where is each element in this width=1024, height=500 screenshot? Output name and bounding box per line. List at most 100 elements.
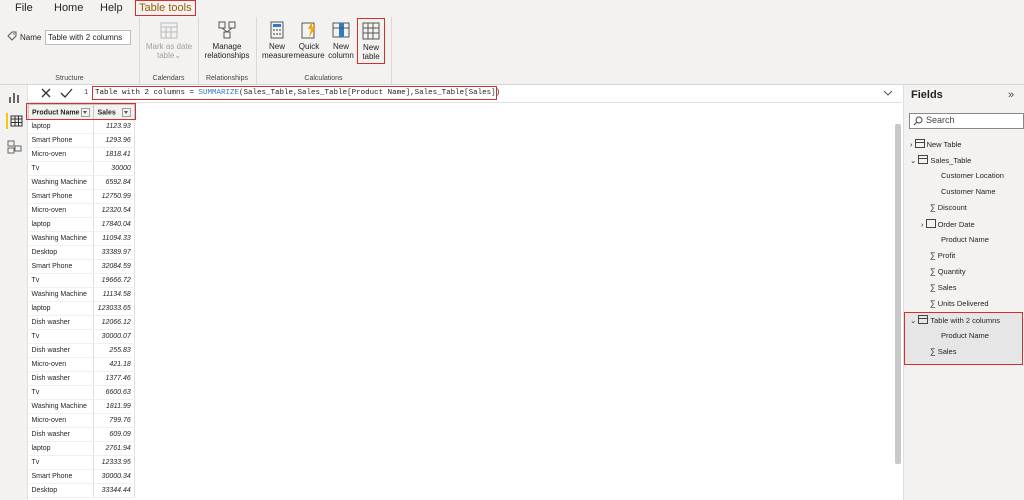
report-view-icon[interactable] (6, 89, 22, 105)
manage-relationships-button[interactable]: Manage relationships (202, 20, 252, 60)
cell-product-name[interactable]: Micro-oven (28, 147, 95, 162)
cell-sales[interactable]: 1293.96 (93, 133, 135, 148)
cell-sales[interactable]: 33389.97 (93, 245, 135, 260)
cell-sales[interactable]: 12066.12 (93, 315, 135, 330)
table-row[interactable]: Dish washer 609.09 (28, 427, 135, 442)
filter-dropdown-icon[interactable] (81, 107, 91, 117)
cell-sales[interactable]: 12320.54 (93, 203, 135, 218)
cell-sales[interactable]: 12333.95 (93, 455, 135, 470)
table-row[interactable]: Washing Machine 11134.58 (28, 287, 135, 302)
cell-sales[interactable]: 30000.07 (93, 329, 135, 344)
field-table-sales-table[interactable]: ⌄ Sales_Table (910, 155, 971, 165)
field-sales-units-delivered[interactable]: ∑ Units Delivered (930, 299, 989, 308)
cell-sales[interactable]: 1818.41 (93, 147, 135, 162)
cell-sales[interactable]: 6600.63 (93, 385, 135, 400)
table-row[interactable]: Desktop 33389.97 (28, 245, 135, 260)
cell-sales[interactable]: 1123.93 (93, 119, 135, 134)
cell-sales[interactable]: 17840.04 (93, 217, 135, 232)
field-sales-sales[interactable]: ∑ Sales (930, 283, 956, 292)
table-row[interactable]: Smart Phone 32084.59 (28, 259, 135, 274)
cell-product-name[interactable]: Smart Phone (28, 189, 95, 204)
scroll-thumb[interactable] (895, 124, 901, 464)
table-row[interactable]: Dish washer 12066.12 (28, 315, 135, 330)
cell-sales[interactable]: 421.18 (93, 357, 135, 372)
table-row[interactable]: Washing Machine 1811.99 (28, 399, 135, 414)
table-row[interactable]: Dish washer 1377.46 (28, 371, 135, 386)
cell-product-name[interactable]: Dish washer (28, 315, 95, 330)
cell-product-name[interactable]: Tv (28, 385, 95, 400)
table-row[interactable]: Dish washer 255.83 (28, 343, 135, 358)
cell-product-name[interactable]: Smart Phone (28, 133, 95, 148)
data-view-icon[interactable] (6, 113, 24, 129)
table-row[interactable]: laptop 123033.65 (28, 301, 135, 316)
field-table-new-table[interactable]: › New Table (910, 139, 961, 149)
cell-product-name[interactable]: Desktop (28, 245, 95, 260)
table-row[interactable]: Tv 30000 (28, 161, 135, 176)
cell-product-name[interactable]: Micro-oven (28, 203, 95, 218)
column-header-product-name[interactable]: Product Name (27, 104, 95, 120)
cell-sales[interactable]: 32084.59 (93, 259, 135, 274)
table-row[interactable]: Smart Phone 12750.99 (28, 189, 135, 204)
cancel-icon[interactable] (40, 87, 52, 99)
cell-product-name[interactable]: Washing Machine (28, 175, 95, 190)
menu-file[interactable]: File (15, 2, 33, 14)
table-row[interactable]: Tv 6600.63 (28, 385, 135, 400)
chevron-right-icon[interactable]: › (921, 220, 924, 229)
formula-input[interactable]: Table with 2 columns = SUMMARIZE(Sales_T… (92, 86, 500, 100)
cell-product-name[interactable]: Dish washer (28, 371, 95, 386)
collapse-fields-icon[interactable]: » (1008, 89, 1014, 101)
field-sales-profit[interactable]: ∑ Profit (930, 251, 955, 260)
field-sales-order-date[interactable]: › Order Date (921, 219, 975, 229)
cell-product-name[interactable]: Micro-oven (28, 357, 95, 372)
table-row[interactable]: Washing Machine 11094.33 (28, 231, 135, 246)
table-row[interactable]: Smart Phone 30000.34 (28, 469, 135, 484)
table-row[interactable]: Micro-oven 799.76 (28, 413, 135, 428)
new-table-button[interactable]: New table (357, 18, 385, 64)
cell-product-name[interactable]: Smart Phone (28, 469, 95, 484)
cell-product-name[interactable]: laptop (28, 441, 95, 456)
cell-sales[interactable]: 799.76 (93, 413, 135, 428)
cell-product-name[interactable]: Tv (28, 329, 95, 344)
table-row[interactable]: Desktop 33344.44 (28, 483, 135, 498)
cell-sales[interactable]: 12750.99 (93, 189, 135, 204)
cell-sales[interactable]: 1377.46 (93, 371, 135, 386)
cell-sales[interactable]: 609.09 (93, 427, 135, 442)
chevron-down-icon[interactable]: ⌄ (910, 316, 916, 325)
table-row[interactable]: laptop 17840.04 (28, 217, 135, 232)
table-row[interactable]: Washing Machine 6592.84 (28, 175, 135, 190)
cell-product-name[interactable]: Smart Phone (28, 259, 95, 274)
cell-sales[interactable]: 30000.34 (93, 469, 135, 484)
cell-product-name[interactable]: Washing Machine (28, 287, 95, 302)
menu-home[interactable]: Home (54, 2, 83, 14)
cell-sales[interactable]: 2761.94 (93, 441, 135, 456)
cell-product-name[interactable]: Tv (28, 161, 95, 176)
fields-search-input[interactable]: Search (909, 113, 1024, 129)
table-row[interactable]: laptop 2761.94 (28, 441, 135, 456)
field-table2-sales[interactable]: ∑ Sales (930, 347, 956, 356)
table-row[interactable]: Tv 12333.95 (28, 455, 135, 470)
cell-sales[interactable]: 1811.99 (93, 399, 135, 414)
cell-sales[interactable]: 255.83 (93, 343, 135, 358)
cell-product-name[interactable]: Washing Machine (28, 231, 95, 246)
field-sales-product-name[interactable]: Product Name (941, 235, 989, 244)
table-row[interactable]: Tv 19666.72 (28, 273, 135, 288)
expand-formula-icon[interactable] (876, 87, 900, 99)
table-row[interactable]: Micro-oven 12320.54 (28, 203, 135, 218)
cell-product-name[interactable]: laptop (28, 217, 95, 232)
cell-sales[interactable]: 123033.65 (93, 301, 135, 316)
cell-product-name[interactable]: Tv (28, 455, 95, 470)
cell-product-name[interactable]: laptop (28, 119, 95, 134)
cell-sales[interactable]: 11134.58 (93, 287, 135, 302)
chevron-down-icon[interactable]: ⌄ (910, 156, 916, 165)
cell-product-name[interactable]: Desktop (28, 483, 95, 498)
new-column-button[interactable]: New column (327, 20, 355, 60)
cell-product-name[interactable]: laptop (28, 301, 95, 316)
table-row[interactable]: laptop 1123.93 (28, 119, 135, 134)
mark-as-date-table-button[interactable]: Mark as date table⌄ (144, 20, 194, 60)
table-row[interactable]: Micro-oven 1818.41 (28, 147, 135, 162)
cell-sales[interactable]: 19666.72 (93, 273, 135, 288)
table-row[interactable]: Micro-oven 421.18 (28, 357, 135, 372)
cell-sales[interactable]: 11094.33 (93, 231, 135, 246)
cell-sales[interactable]: 33344.44 (93, 483, 135, 498)
cell-sales[interactable]: 6592.84 (93, 175, 135, 190)
